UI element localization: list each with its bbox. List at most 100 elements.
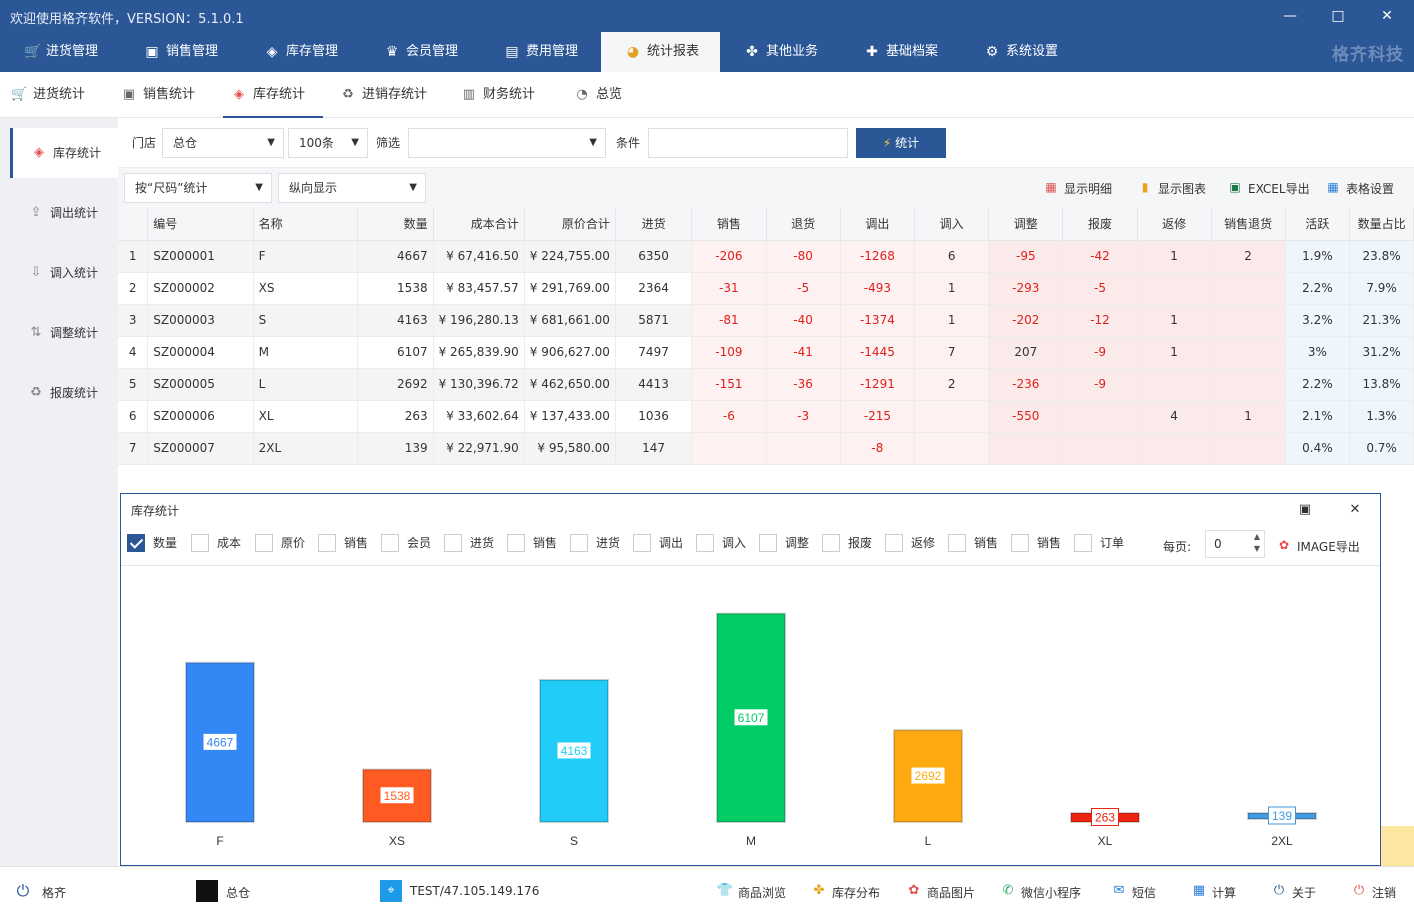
tab-sales-stats[interactable]: ▣ 销售统计: [121, 72, 195, 118]
direction-select[interactable]: 纵向显示 ▼: [278, 173, 426, 203]
series-checkbox[interactable]: 数量: [127, 534, 177, 552]
checkbox-box[interactable]: [255, 534, 273, 552]
series-checkbox[interactable]: 报废: [822, 534, 872, 552]
show-chart-button[interactable]: ▮ 显示图表: [1138, 180, 1206, 197]
table-row[interactable]: 3 SZ000003 S 4163 ¥ 196,280.13 ¥ 681,661.00 58…: [118, 304, 1414, 337]
tab-finance-stats[interactable]: ▥ 财务统计: [461, 72, 535, 118]
checkbox-box[interactable]: [633, 534, 651, 552]
sms-button[interactable]: ✉ 短信: [1110, 883, 1156, 901]
show-detail-button[interactable]: ▦ 显示明细: [1044, 180, 1112, 197]
series-checkbox[interactable]: 返修: [885, 534, 935, 552]
per-page-input[interactable]: 0 ▲ ▼: [1205, 530, 1265, 558]
stat-button[interactable]: ⚡ 统计: [856, 128, 946, 158]
tab-inventory-stats[interactable]: ◈ 库存统计: [223, 72, 323, 118]
checkbox-box[interactable]: [1011, 534, 1029, 552]
store-select[interactable]: 总仓 ▼: [162, 128, 284, 158]
series-checkbox[interactable]: 成本: [191, 534, 241, 552]
column-header[interactable]: 编号: [147, 208, 254, 241]
stock-distribution-button[interactable]: ✤ 库存分布: [810, 883, 880, 901]
checkbox-box[interactable]: [381, 534, 399, 552]
column-header[interactable]: 销售退货: [1211, 208, 1286, 241]
menu-item-sales[interactable]: ▣ 销售管理: [144, 32, 218, 72]
checkbox-box[interactable]: [318, 534, 336, 552]
menu-item-settings[interactable]: ⚙ 系统设置: [984, 32, 1058, 72]
table-row[interactable]: 4 SZ000004 M 6107 ¥ 265,839.90 ¥ 906,627.00 74…: [118, 336, 1414, 369]
series-checkbox[interactable]: 销售: [507, 534, 557, 552]
count-select[interactable]: 100条 ▼: [288, 128, 368, 158]
checkbox-box[interactable]: [191, 534, 209, 552]
series-checkbox[interactable]: 销售: [948, 534, 998, 552]
calculator-button[interactable]: ▦ 计算: [1190, 883, 1236, 901]
table-row[interactable]: 5 SZ000005 L 2692 ¥ 130,396.72 ¥ 462,650.00 44…: [118, 368, 1414, 401]
column-header[interactable]: 原价合计: [524, 208, 616, 241]
spinner-icon[interactable]: ▲ ▼: [1254, 531, 1260, 555]
logout-button[interactable]: ⏻ 注销: [1350, 883, 1396, 901]
table-row[interactable]: 7 SZ000007 2XL 139 ¥ 22,971.90 ¥ 95,580.00 147…: [118, 432, 1414, 465]
table-row[interactable]: 2 SZ000002 XS 1538 ¥ 83,457.57 ¥ 291,769.00 23…: [118, 272, 1414, 305]
column-header[interactable]: [118, 208, 149, 241]
checkbox-box[interactable]: [885, 534, 903, 552]
checkbox-box[interactable]: [507, 534, 525, 552]
checkbox-box[interactable]: [570, 534, 588, 552]
series-checkbox[interactable]: 订单: [1074, 534, 1124, 552]
filter-select[interactable]: ▼: [408, 128, 606, 158]
menu-item-other[interactable]: ✤ 其他业务: [744, 32, 818, 72]
menu-item-expenses[interactable]: ▤ 费用管理: [504, 32, 578, 72]
menu-item-reports[interactable]: ◕ 统计报表: [601, 32, 720, 72]
side-item-transfer-in[interactable]: ⇩ 调入统计: [10, 248, 118, 298]
checkbox-box[interactable]: [948, 534, 966, 552]
series-checkbox[interactable]: 销售: [1011, 534, 1061, 552]
column-header[interactable]: 销售: [691, 208, 767, 241]
column-header[interactable]: 名称: [253, 208, 359, 241]
tab-purchase-stats[interactable]: 🛒 进货统计: [11, 72, 85, 118]
series-checkbox[interactable]: 原价: [255, 534, 305, 552]
goods-images-button[interactable]: ✿ 商品图片: [905, 883, 975, 901]
excel-export-button[interactable]: ▣ EXCEL导出: [1228, 180, 1309, 197]
series-checkbox[interactable]: 调整: [759, 534, 809, 552]
menu-item-inventory[interactable]: ◈ 库存管理: [264, 32, 338, 72]
checkbox-box[interactable]: [1074, 534, 1092, 552]
series-checkbox[interactable]: 调入: [696, 534, 746, 552]
table-row[interactable]: 6 SZ000006 XL 263 ¥ 33,602.64 ¥ 137,433.00 103…: [118, 400, 1414, 433]
image-export-button[interactable]: ✿ IMAGE导出: [1279, 538, 1360, 555]
minimize-button[interactable]: —: [1276, 4, 1304, 28]
series-checkbox[interactable]: 销售: [318, 534, 368, 552]
column-header[interactable]: 调入: [914, 208, 990, 241]
table-row[interactable]: 1 SZ000001 F 4667 ¥ 67,416.50 ¥ 224,755.00 635…: [118, 240, 1414, 273]
tab-pss-stats[interactable]: ♻ 进销存统计: [340, 72, 427, 118]
close-icon[interactable]: ✕: [1345, 500, 1365, 520]
wechat-miniprogram-button[interactable]: ✆ 微信小程序: [999, 883, 1081, 901]
menu-item-archives[interactable]: ✚ 基础档案: [864, 32, 938, 72]
menu-item-purchase[interactable]: 🛒 进货管理: [24, 32, 98, 72]
series-checkbox[interactable]: 调出: [633, 534, 683, 552]
column-header[interactable]: 数量: [357, 208, 434, 241]
side-item-inventory-stats[interactable]: ◈ 库存统计: [10, 128, 118, 178]
maximize-icon[interactable]: ▣: [1295, 500, 1315, 520]
series-checkbox[interactable]: 进货: [570, 534, 620, 552]
close-button[interactable]: ✕: [1373, 4, 1401, 28]
menu-item-members[interactable]: ♛ 会员管理: [384, 32, 458, 72]
maximize-button[interactable]: □: [1324, 4, 1352, 28]
column-header[interactable]: 返修: [1137, 208, 1212, 241]
column-header[interactable]: 退货: [766, 208, 841, 241]
column-header[interactable]: 成本合计: [433, 208, 525, 241]
series-checkbox[interactable]: 会员: [381, 534, 431, 552]
checkbox-box[interactable]: [696, 534, 714, 552]
column-header[interactable]: 报废: [1062, 208, 1138, 241]
side-item-adjust[interactable]: ⇅ 调整统计: [10, 308, 118, 358]
table-settings-button[interactable]: ▦ 表格设置: [1326, 180, 1394, 197]
condition-input[interactable]: [648, 128, 848, 158]
side-item-transfer-out[interactable]: ⇪ 调出统计: [10, 188, 118, 238]
column-header[interactable]: 调出: [840, 208, 916, 241]
column-header[interactable]: 进货: [615, 208, 693, 241]
column-header[interactable]: 数量占比: [1349, 208, 1414, 241]
group-by-select[interactable]: 按“尺码”统计 ▼: [124, 173, 272, 203]
column-header[interactable]: 调整: [988, 208, 1064, 241]
tab-overview[interactable]: ◔ 总览: [574, 72, 622, 118]
checkbox-box[interactable]: [822, 534, 840, 552]
column-header[interactable]: 活跃: [1285, 208, 1351, 241]
about-button[interactable]: ⏻ 关于: [1270, 883, 1316, 901]
checkbox-box[interactable]: [444, 534, 462, 552]
side-item-scrap[interactable]: ♻ 报废统计: [10, 368, 118, 418]
series-checkbox[interactable]: 进货: [444, 534, 494, 552]
